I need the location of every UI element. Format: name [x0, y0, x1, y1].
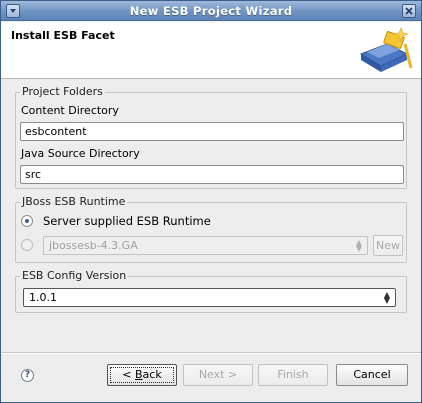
- java-source-directory-input[interactable]: src: [20, 165, 404, 184]
- esb-config-version-value: 1.0.1: [29, 291, 57, 304]
- close-icon[interactable]: [402, 4, 416, 18]
- java-source-directory-label: Java Source Directory: [21, 147, 140, 160]
- wizard-window: New ESB Project Wizard Install ESB Facet…: [0, 0, 422, 403]
- next-button[interactable]: Next >: [183, 364, 253, 386]
- content-directory-input[interactable]: esbcontent: [20, 122, 404, 141]
- cancel-button[interactable]: Cancel: [336, 364, 408, 386]
- back-button-accelerator: B: [135, 368, 143, 381]
- help-icon[interactable]: ?: [21, 369, 34, 382]
- back-button[interactable]: < Back: [107, 364, 177, 386]
- esb-runtime-legend: JBoss ESB Runtime: [20, 195, 128, 208]
- updown-arrows-icon: ▲ ▼: [355, 238, 362, 253]
- server-supplied-runtime-label: Server supplied ESB Runtime: [43, 214, 211, 228]
- project-folders-legend: Project Folders: [20, 85, 105, 98]
- wizard-banner-icon: [353, 24, 415, 76]
- back-button-rest: ack: [142, 368, 162, 381]
- finish-button[interactable]: Finish: [258, 364, 328, 386]
- button-bar-separator: [1, 352, 421, 354]
- runtime-select-value: jbossesb-4.3.GA: [49, 239, 138, 252]
- server-supplied-runtime-radio[interactable]: [21, 215, 33, 227]
- runtime-select[interactable]: jbossesb-4.3.GA ▲ ▼: [43, 236, 368, 255]
- back-button-prefix: <: [122, 368, 135, 381]
- updown-arrows-icon: ▲ ▼: [383, 290, 390, 305]
- wizard-header: Install ESB Facet: [1, 22, 421, 79]
- custom-runtime-radio[interactable]: [21, 239, 33, 251]
- title-bar[interactable]: New ESB Project Wizard: [1, 1, 421, 21]
- content-directory-label: Content Directory: [21, 104, 119, 117]
- window-title: New ESB Project Wizard: [129, 4, 293, 18]
- new-runtime-button[interactable]: New: [373, 235, 403, 256]
- esb-config-version-legend: ESB Config Version: [20, 269, 129, 282]
- esb-config-version-select[interactable]: 1.0.1 ▲ ▼: [23, 288, 396, 307]
- page-title: Install ESB Facet: [11, 29, 115, 42]
